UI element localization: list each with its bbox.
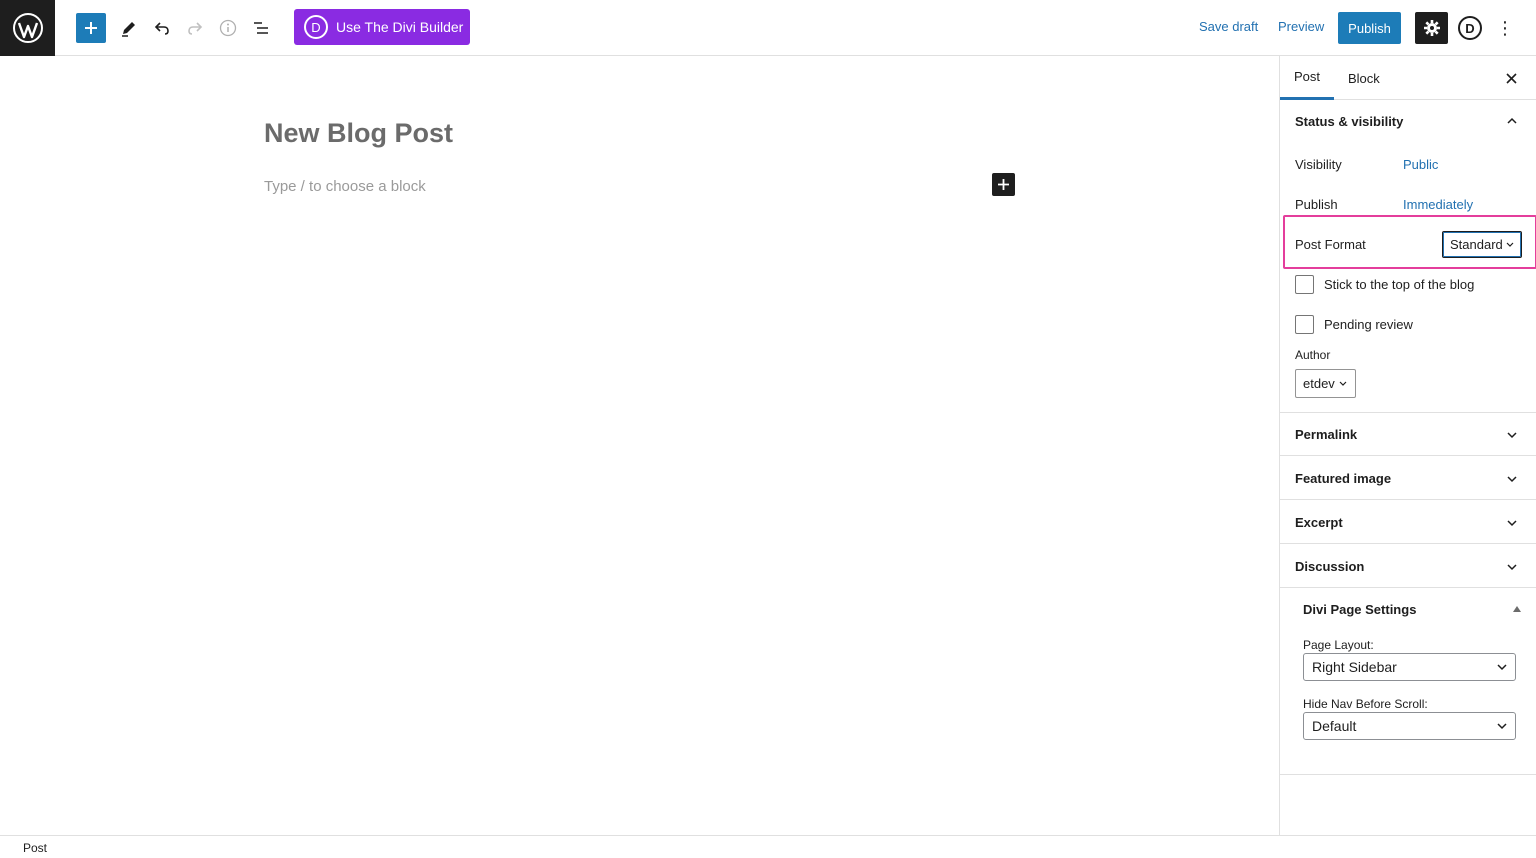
pending-review-label[interactable]: Pending review (1324, 317, 1413, 332)
panel-divider (1280, 455, 1536, 456)
chevron-down-icon[interactable] (1506, 429, 1518, 441)
chevron-up-icon[interactable] (1506, 115, 1518, 127)
discussion-panel-title[interactable]: Discussion (1295, 559, 1364, 574)
chevron-down-icon[interactable] (1506, 561, 1518, 573)
chevron-down-icon (1497, 723, 1507, 730)
hide-nav-select[interactable]: Default (1303, 712, 1516, 740)
gear-icon (1423, 20, 1440, 36)
chevron-down-icon[interactable] (1506, 473, 1518, 485)
editor-footer: Post (0, 835, 1536, 858)
publish-label: Publish (1295, 197, 1338, 212)
preview-button[interactable]: Preview (1278, 19, 1324, 34)
add-block-button[interactable] (76, 13, 106, 43)
panel-divider (1280, 499, 1536, 500)
excerpt-panel-title[interactable]: Excerpt (1295, 515, 1343, 530)
close-sidebar-button[interactable] (1501, 68, 1521, 88)
stick-to-top-label[interactable]: Stick to the top of the blog (1324, 277, 1474, 292)
divi-settings-icon[interactable]: D (1458, 16, 1482, 40)
breadcrumb[interactable]: Post (23, 841, 47, 855)
plus-icon (998, 179, 1009, 190)
status-visibility-title[interactable]: Status & visibility (1295, 114, 1403, 129)
stick-to-top-checkbox[interactable] (1295, 275, 1314, 294)
publish-date-link[interactable]: Immediately (1403, 197, 1473, 212)
details-button[interactable] (212, 12, 244, 44)
undo-icon (154, 22, 169, 35)
editor-header: D Use The Divi Builder Save draft Previe… (0, 0, 1536, 56)
settings-sidebar: Post Block Status & visibility Visibilit… (1279, 56, 1536, 835)
author-value: etdev (1303, 376, 1335, 391)
sidebar-tabs: Post Block (1280, 56, 1536, 100)
author-label: Author (1295, 348, 1331, 362)
use-divi-builder-button[interactable]: D Use The Divi Builder (294, 9, 470, 45)
settings-button[interactable] (1415, 12, 1448, 44)
chevron-down-icon[interactable] (1506, 517, 1518, 529)
divi-settings-title[interactable]: Divi Page Settings (1303, 602, 1416, 617)
divi-icon: D (304, 15, 328, 39)
panel-divider (1280, 774, 1536, 775)
permalink-panel-title[interactable]: Permalink (1295, 427, 1357, 442)
panel-divider (1280, 412, 1536, 413)
tools-button[interactable] (113, 12, 145, 44)
featured-image-panel-title[interactable]: Featured image (1295, 471, 1391, 486)
inline-add-block-button[interactable] (992, 173, 1015, 196)
undo-button[interactable] (146, 12, 178, 44)
list-view-button[interactable] (245, 12, 277, 44)
block-placeholder[interactable]: Type / to choose a block (264, 178, 426, 195)
wordpress-logo-icon[interactable] (0, 0, 55, 56)
redo-icon (188, 22, 203, 35)
post-format-value: Standard (1450, 237, 1503, 252)
tab-block[interactable]: Block (1334, 56, 1394, 100)
post-format-label: Post Format (1295, 237, 1366, 252)
post-title[interactable]: New Blog Post (264, 118, 453, 149)
hide-nav-value: Default (1312, 718, 1357, 734)
caret-up-icon[interactable] (1513, 606, 1521, 612)
plus-icon (85, 22, 97, 34)
post-format-select[interactable]: Standard (1442, 231, 1522, 258)
redo-button[interactable] (179, 12, 211, 44)
tab-post[interactable]: Post (1280, 56, 1334, 100)
panel-divider (1280, 543, 1536, 544)
more-options-icon[interactable]: ⋮ (1495, 16, 1515, 40)
page-layout-select[interactable]: Right Sidebar (1303, 653, 1516, 681)
chevron-down-icon (1506, 242, 1514, 247)
chevron-down-icon (1497, 664, 1507, 671)
info-icon (219, 19, 237, 37)
visibility-value-link[interactable]: Public (1403, 157, 1438, 172)
author-select[interactable]: etdev (1295, 369, 1356, 398)
page-layout-label: Page Layout: (1303, 638, 1374, 652)
page-layout-value: Right Sidebar (1312, 659, 1397, 675)
pencil-icon (122, 22, 135, 37)
pending-review-checkbox[interactable] (1295, 315, 1314, 334)
visibility-label: Visibility (1295, 157, 1342, 172)
chevron-down-icon (1339, 381, 1347, 386)
divi-button-label: Use The Divi Builder (336, 19, 464, 35)
close-icon (1505, 72, 1517, 84)
list-view-icon (254, 22, 268, 34)
panel-divider (1280, 587, 1536, 588)
save-draft-button[interactable]: Save draft (1199, 19, 1258, 34)
publish-button[interactable]: Publish (1338, 12, 1401, 44)
hide-nav-label: Hide Nav Before Scroll: (1303, 697, 1428, 711)
